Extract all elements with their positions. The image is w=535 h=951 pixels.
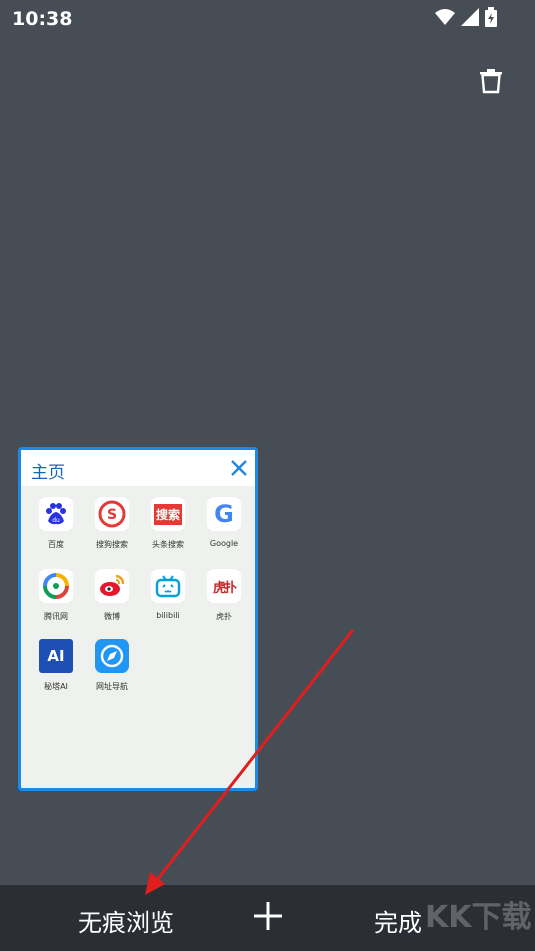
weibo-icon	[95, 569, 129, 603]
battery-charging-icon	[485, 7, 497, 27]
shortcut-sogou[interactable]: S 搜狗搜索	[84, 497, 140, 563]
metaso-icon: AI	[39, 639, 73, 673]
tab-card-header: 主页	[21, 450, 255, 486]
shortcut-google[interactable]: G Google	[196, 497, 252, 563]
tencent-icon	[39, 569, 73, 603]
status-icons	[435, 7, 497, 27]
shortcut-baidu[interactable]: du 百度	[28, 497, 84, 563]
plus-icon[interactable]	[252, 900, 284, 932]
shortcut-weibo[interactable]: 微博	[84, 569, 140, 635]
shortcut-label: 微博	[104, 612, 120, 621]
incognito-button[interactable]: 无痕浏览	[78, 903, 174, 938]
shortcut-label: 百度	[48, 540, 64, 549]
baidu-icon: du	[39, 497, 73, 531]
shortcut-metaso[interactable]: AI 秘塔AI	[28, 639, 84, 705]
status-time: 10:38	[12, 8, 73, 30]
tab-title: 主页	[31, 463, 65, 483]
status-bar: 10:38	[0, 0, 535, 36]
shortcut-label: 搜狗搜索	[96, 540, 128, 549]
signal-icon	[461, 8, 479, 26]
toutiao-icon: 搜索	[151, 497, 185, 531]
wifi-icon	[435, 9, 455, 25]
svg-text:S: S	[107, 507, 117, 523]
close-icon[interactable]	[229, 458, 249, 478]
compass-icon	[95, 639, 129, 673]
shortcut-hupu[interactable]: 虎扑 虎扑	[196, 569, 252, 635]
tab-card[interactable]: 主页 du 百度 S 搜狗搜索 搜索 头条搜索 G Google 腾讯网 微博 …	[18, 447, 258, 791]
shortcut-label: Google	[209, 539, 239, 548]
shortcut-tencent[interactable]: 腾讯网	[28, 569, 84, 635]
hupu-icon: 虎扑	[207, 569, 241, 603]
bilibili-icon	[151, 569, 185, 603]
google-icon: G	[207, 497, 241, 531]
shortcut-label: 秘塔AI	[44, 682, 68, 691]
shortcut-label: 网址导航	[96, 682, 128, 691]
shortcut-label: 头条搜索	[152, 540, 184, 549]
sogou-icon: S	[95, 497, 129, 531]
trash-icon[interactable]	[476, 66, 506, 96]
shortcut-bilibili[interactable]: bilibili	[140, 569, 196, 635]
done-button[interactable]: 完成	[374, 903, 422, 938]
svg-text:du: du	[52, 517, 60, 524]
shortcut-label: bilibili	[156, 611, 180, 620]
shortcut-label: 腾讯网	[44, 612, 68, 621]
watermark: KK下载	[425, 900, 532, 935]
shortcut-label: 虎扑	[216, 612, 232, 621]
shortcut-nav[interactable]: 网址导航	[84, 639, 140, 705]
shortcut-toutiao[interactable]: 搜索 头条搜索	[140, 497, 196, 563]
